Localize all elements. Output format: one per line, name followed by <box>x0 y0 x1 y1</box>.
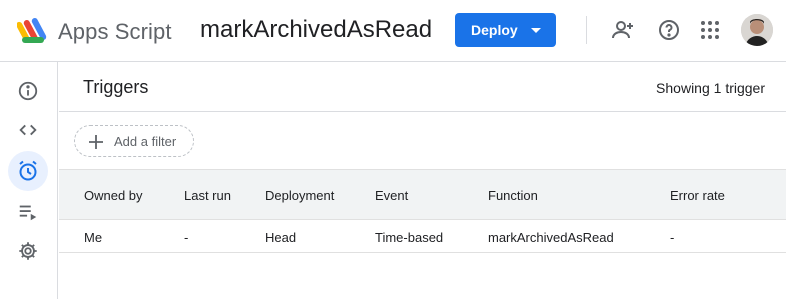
gear-icon <box>19 242 37 260</box>
main-panel: Triggers Showing 1 trigger Add a filter … <box>59 62 786 299</box>
deploy-button[interactable]: Deploy <box>455 13 556 47</box>
sidebar-item-editor[interactable] <box>8 110 48 150</box>
alarm-clock-icon <box>19 160 37 181</box>
column-header-function[interactable]: Function <box>488 188 538 203</box>
list-play-icon <box>19 205 37 221</box>
avatar[interactable] <box>741 14 773 46</box>
cell-last-run: - <box>184 230 189 245</box>
sidebar-item-triggers[interactable] <box>8 151 48 191</box>
plus-icon <box>89 135 103 149</box>
sidebar-item-settings[interactable] <box>8 231 48 271</box>
page-title: Triggers <box>83 77 149 97</box>
cell-function: markArchivedAsRead <box>488 230 614 245</box>
add-person-icon[interactable] <box>610 17 636 43</box>
top-bar: Apps Script markArchivedAsRead Deploy <box>0 0 786 62</box>
deploy-button-label: Deploy <box>471 22 518 38</box>
apps-script-logo-icon[interactable] <box>16 15 51 47</box>
table-row[interactable]: Me - Head Time-based markArchivedAsRead … <box>59 220 786 253</box>
trigger-count: Showing 1 trigger <box>656 80 765 96</box>
header-divider <box>586 16 587 44</box>
apps-grid-icon[interactable] <box>697 17 723 43</box>
cell-event: Time-based <box>375 230 444 245</box>
cell-deployment: Head <box>265 230 297 245</box>
table-header-row: Owned by Last run Deployment Event Funct… <box>59 169 786 220</box>
column-header-last-run[interactable]: Last run <box>184 188 231 203</box>
app-name: Apps Script <box>58 19 172 44</box>
cell-owned-by: Me <box>84 230 103 245</box>
add-filter-label: Add a filter <box>114 134 177 149</box>
code-icon <box>19 124 37 136</box>
help-icon[interactable] <box>656 17 682 43</box>
column-header-error-rate[interactable]: Error rate <box>670 188 725 203</box>
add-filter-button[interactable]: Add a filter <box>74 125 194 157</box>
column-header-deployment[interactable]: Deployment <box>265 188 334 203</box>
project-title[interactable]: markArchivedAsRead <box>200 16 432 44</box>
sidebar-item-executions[interactable] <box>8 192 48 232</box>
page-header: Triggers Showing 1 trigger <box>59 62 786 112</box>
cell-error-rate: - <box>670 230 675 245</box>
sidebar <box>0 62 58 299</box>
info-icon <box>18 81 38 101</box>
column-header-event[interactable]: Event <box>375 188 408 203</box>
sidebar-item-overview[interactable] <box>8 71 48 111</box>
column-header-owned-by[interactable]: Owned by <box>84 188 143 203</box>
caret-down-icon <box>531 28 541 33</box>
